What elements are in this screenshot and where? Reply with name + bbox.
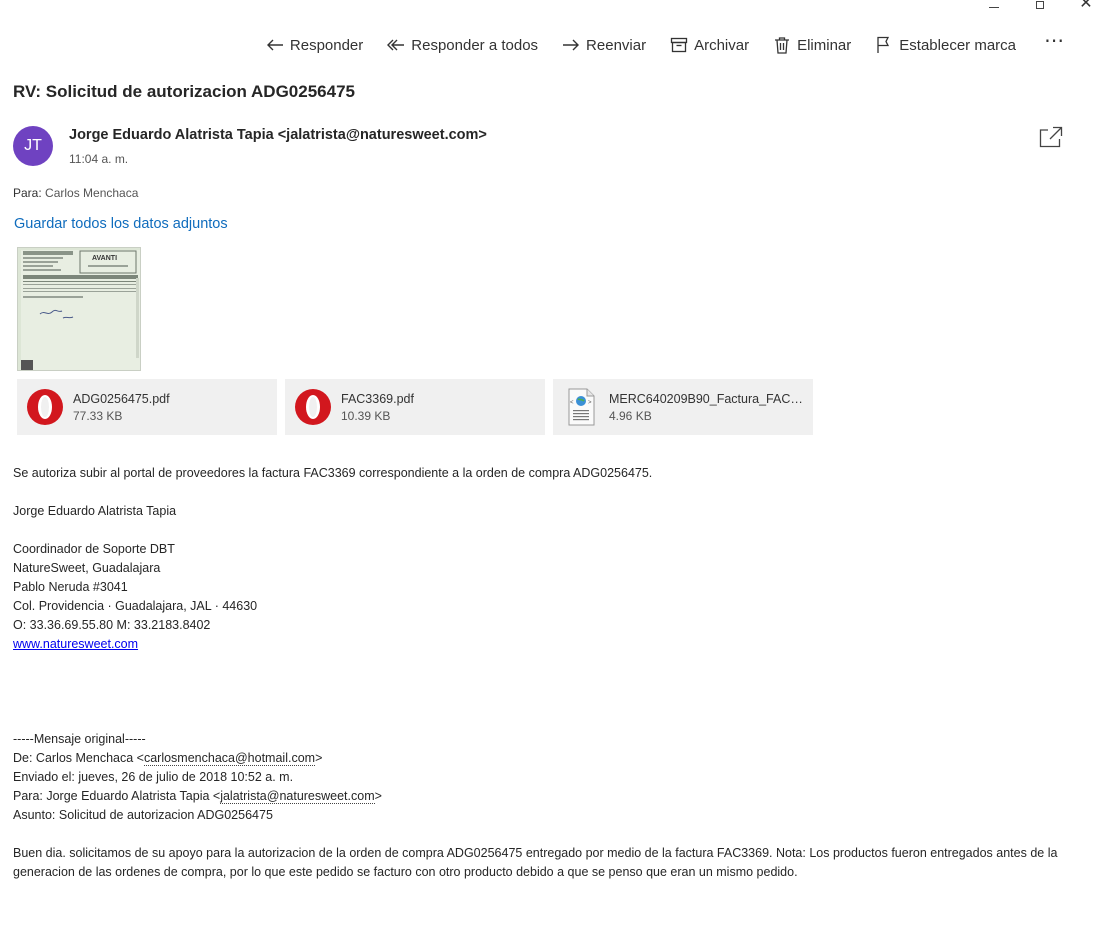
signature-name: Jorge Eduardo Alatrista Tapia xyxy=(13,504,177,518)
attachment-item[interactable]: FAC3369.pdf 10.39 KB xyxy=(285,379,545,435)
forward-button[interactable]: Reenviar xyxy=(562,36,646,54)
forward-label: Reenviar xyxy=(586,36,647,54)
attachment-name: MERC640209B90_Factura_FAC3369.xml xyxy=(609,391,805,406)
signature-title: Coordinador de Soporte DBT xyxy=(13,542,175,556)
window-controls: ✕ xyxy=(971,0,1109,12)
body-paragraph: Se autoriza subir al portal de proveedor… xyxy=(13,466,653,480)
more-actions-button[interactable]: ⋯ xyxy=(1044,31,1065,54)
sender-name: Jorge Eduardo Alatrista Tapia xyxy=(69,127,274,143)
original-from: De: Carlos Menchaca <carlosmenchaca@hotm… xyxy=(13,751,323,766)
reply-label: Responder xyxy=(289,36,364,54)
original-to: Para: Jorge Eduardo Alatrista Tapia <jal… xyxy=(13,789,382,804)
message-toolbar: Responder Responder a todos Reenviar Arc… xyxy=(242,30,1065,60)
attachment-name: FAC3369.pdf xyxy=(341,391,414,406)
reply-all-label: Responder a todos xyxy=(411,36,539,54)
opera-pdf-icon xyxy=(293,387,333,427)
avatar[interactable]: JT xyxy=(13,126,53,166)
delete-button[interactable]: Eliminar xyxy=(773,36,851,54)
scanned-invoice-thumbnail[interactable]: AVANTI xyxy=(17,247,141,371)
attachment-item[interactable]: < > MERC640209B90_Factura_FAC3369.xml 4.… xyxy=(553,379,813,435)
reply-all-button[interactable]: Responder a todos xyxy=(387,36,538,54)
reply-all-icon xyxy=(387,39,405,51)
sender-email: <jalatrista@naturesweet.com> xyxy=(277,127,487,143)
archive-icon xyxy=(670,37,688,53)
attachment-size: 77.33 KB xyxy=(73,408,123,423)
scanned-document-image: AVANTI xyxy=(18,248,140,370)
svg-text:>: > xyxy=(588,400,592,406)
save-all-attachments-link[interactable]: Guardar todos los datos adjuntos xyxy=(14,216,228,232)
svg-text:<: < xyxy=(570,400,574,406)
minimize-button[interactable] xyxy=(971,0,1017,12)
reply-arrow-icon xyxy=(266,39,283,51)
original-body-paragraph: Buen dia. solicitamos de su apoyo para l… xyxy=(13,846,1058,879)
svg-text:AVANTI: AVANTI xyxy=(92,255,117,262)
flag-button[interactable]: Establecer marca xyxy=(875,36,1016,54)
attachment-size: 4.96 KB xyxy=(609,408,652,423)
original-subject: Asunto: Solicitud de autorizacion ADG025… xyxy=(13,808,273,822)
original-message-header: -----Mensaje original----- xyxy=(13,732,146,746)
to-recipient[interactable]: Carlos Menchaca xyxy=(45,186,138,200)
flag-icon xyxy=(877,36,890,53)
attachment-list: ADG0256475.pdf 77.33 KB FAC3369.pdf 10.3… xyxy=(17,379,813,435)
open-in-new-window-icon[interactable] xyxy=(1039,126,1063,148)
opera-pdf-icon xyxy=(25,387,65,427)
close-icon: ✕ xyxy=(1079,0,1093,10)
attachment-name: ADG0256475.pdf xyxy=(73,391,170,406)
message-body: Se autoriza subir al portal de proveedor… xyxy=(13,464,1093,882)
original-sent: Enviado el: jueves, 26 de julio de 2018 … xyxy=(13,770,294,784)
restore-button[interactable] xyxy=(1017,0,1063,12)
original-to-email[interactable]: jalatrista@naturesweet.com xyxy=(220,789,375,804)
attachment-item[interactable]: ADG0256475.pdf 77.33 KB xyxy=(17,379,277,435)
forward-arrow-icon xyxy=(563,39,580,51)
close-button[interactable]: ✕ xyxy=(1063,0,1109,10)
signature-website-link[interactable]: www.naturesweet.com xyxy=(13,637,138,651)
attachment-size: 10.39 KB xyxy=(341,408,391,423)
archive-label: Archivar xyxy=(694,36,750,54)
flag-label: Establecer marca xyxy=(899,36,1016,54)
archive-button[interactable]: Archivar xyxy=(670,36,749,54)
signature-company: NatureSweet, Guadalajara xyxy=(13,561,161,575)
xml-file-icon: < > xyxy=(561,387,601,427)
restore-icon xyxy=(1036,1,1044,9)
delete-label: Eliminar xyxy=(797,36,852,54)
received-time: 11:04 a. m. xyxy=(69,152,129,166)
signature-city: Col. Providencia · Guadalajara, JAL · 44… xyxy=(13,599,258,613)
minimize-icon xyxy=(989,6,999,8)
to-line: Para: Carlos Menchaca xyxy=(13,186,138,200)
message-subject: RV: Solicitud de autorizacion ADG0256475 xyxy=(13,82,355,101)
reply-button[interactable]: Responder xyxy=(266,36,363,54)
original-from-email[interactable]: carlosmenchaca@hotmail.com xyxy=(143,751,316,766)
sender-line[interactable]: Jorge Eduardo Alatrista Tapia <jalatrist… xyxy=(69,127,487,143)
to-label: Para: xyxy=(13,186,42,200)
trash-icon xyxy=(775,37,790,54)
signature-phone: O: 33.36.69.55.80 M: 33.2183.8402 xyxy=(13,618,211,632)
signature-street: Pablo Neruda #3041 xyxy=(13,580,128,594)
